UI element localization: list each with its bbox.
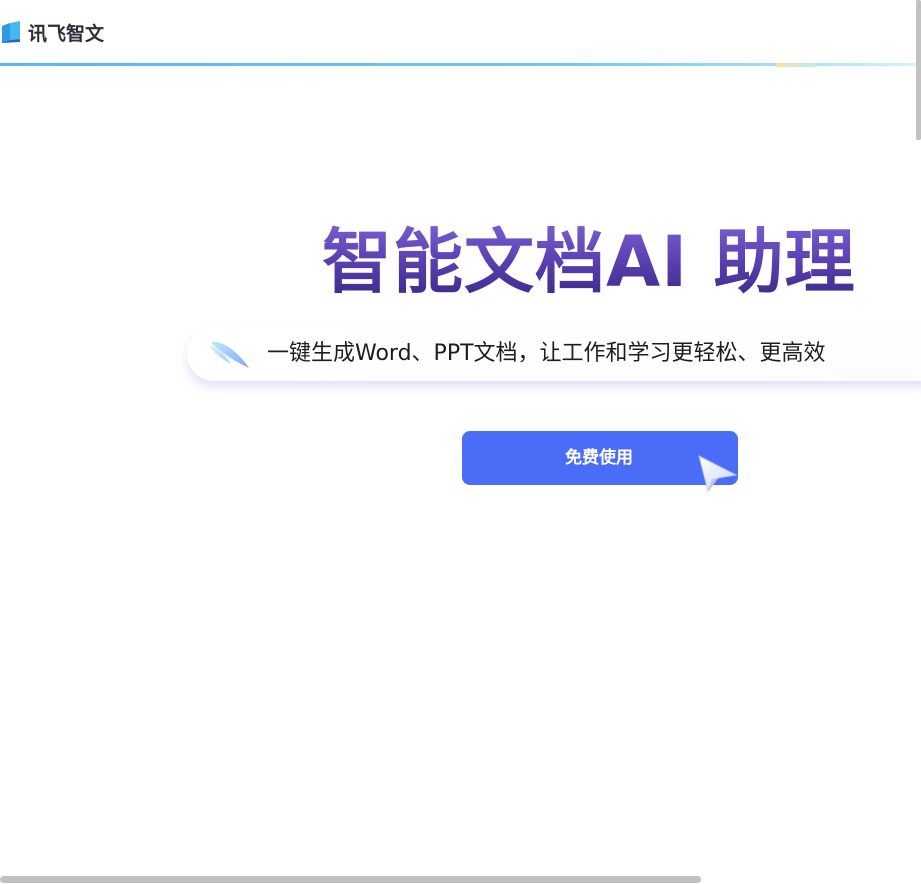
book-logo-icon bbox=[2, 21, 20, 43]
subtitle-text: 一键生成Word、PPT文档，让工作和学习更轻松、更高效 bbox=[267, 341, 826, 366]
logo[interactable]: 讯飞智文 bbox=[0, 18, 104, 46]
page: 讯飞智文 智能文档AI 助理 一键生成Word、PPT文档，让工作和学习更轻松、… bbox=[0, 0, 921, 884]
header: 讯飞智文 bbox=[0, 0, 921, 67]
subtitle-pill: 一键生成Word、PPT文档，让工作和学习更轻松、更高效 bbox=[187, 327, 921, 381]
horizontal-scrollbar[interactable] bbox=[0, 876, 701, 883]
cursor-pointer-icon bbox=[698, 455, 738, 493]
hero-title: 智能文档AI 助理 bbox=[322, 221, 856, 303]
header-divider-accent bbox=[776, 63, 816, 67]
logo-text: 讯飞智文 bbox=[28, 22, 105, 45]
feather-icon bbox=[209, 341, 249, 368]
vertical-scrollbar[interactable] bbox=[916, 0, 921, 140]
